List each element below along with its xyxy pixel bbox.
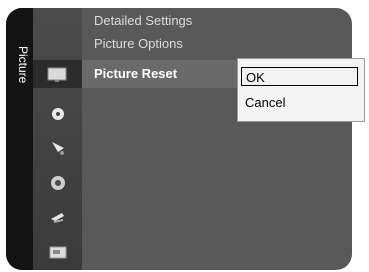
side-tab: Picture <box>6 8 33 270</box>
channel-icon[interactable] <box>48 138 68 155</box>
reset-dialog: OK Cancel <box>237 58 365 122</box>
menu-item-detailed-settings[interactable]: Detailed Settings <box>94 13 192 28</box>
cancel-option[interactable]: Cancel <box>241 93 358 112</box>
input-icon[interactable] <box>48 208 68 224</box>
menu-item-label: Picture Reset <box>94 66 178 81</box>
application-icon[interactable] <box>48 243 68 259</box>
side-label: Picture <box>16 46 30 84</box>
sound-icon[interactable] <box>48 104 68 120</box>
menu-item-picture-options[interactable]: Picture Options <box>94 36 183 51</box>
menu-panel: Picture Detailed Settings Picture Option… <box>6 8 352 270</box>
setup-icon[interactable] <box>48 173 68 190</box>
icon-column <box>33 8 82 270</box>
picture-icon[interactable] <box>33 60 82 88</box>
ok-option[interactable]: OK <box>241 67 358 86</box>
